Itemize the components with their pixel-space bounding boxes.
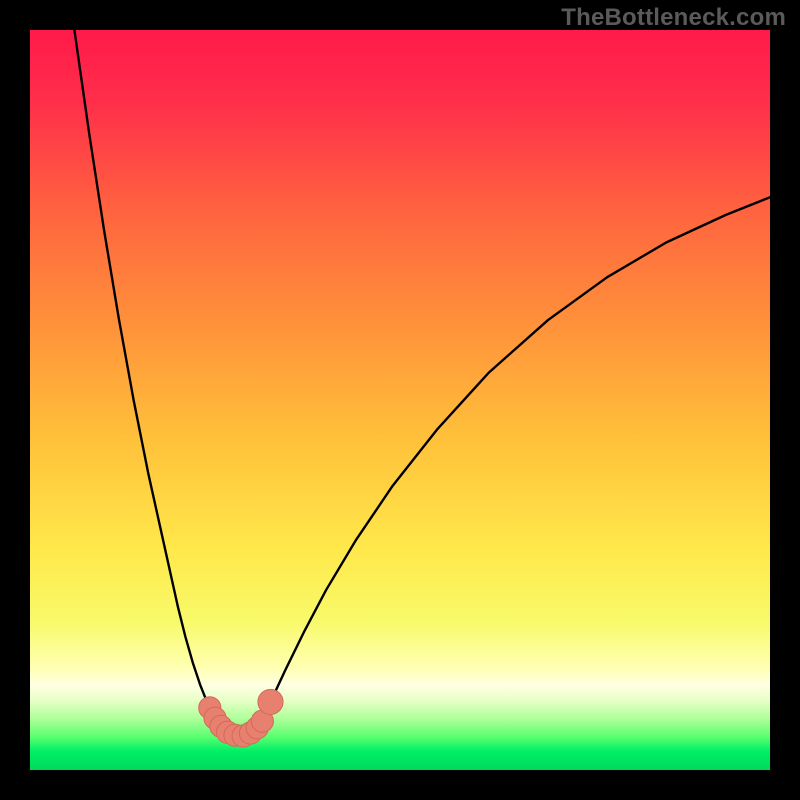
watermark-text: TheBottleneck.com xyxy=(561,4,786,32)
chart-frame: TheBottleneck.com xyxy=(0,0,800,800)
gradient-background xyxy=(30,30,770,770)
valley-marker xyxy=(258,689,283,714)
chart-svg xyxy=(30,30,770,770)
plot-area xyxy=(30,30,770,770)
